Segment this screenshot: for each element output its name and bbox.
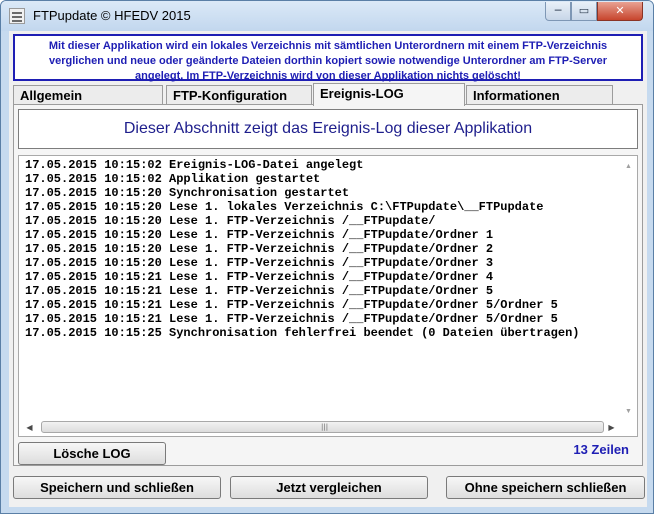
scroll-grip-icon: ||| [321,423,329,431]
log-line[interactable]: 17.05.2015 10:15:21 Lese 1. FTP-Verzeich… [25,270,619,284]
log-line[interactable]: 17.05.2015 10:15:21 Lese 1. FTP-Verzeich… [25,298,619,312]
log-listbox[interactable]: 17.05.2015 10:15:02 Ereignis-LOG-Datei a… [18,155,638,437]
minimize-button[interactable]: ─ [545,2,571,21]
app-window: FTPupdate © HFEDV 2015 ─ ▭ ✕ Mit dieser … [0,0,654,514]
log-line[interactable]: 17.05.2015 10:15:20 Lese 1. FTP-Verzeich… [25,228,619,242]
title-bar[interactable]: FTPupdate © HFEDV 2015 ─ ▭ ✕ [1,1,653,31]
scroll-left-arrow-icon[interactable]: ◀ [21,419,38,436]
section-banner: Dieser Abschnitt zeigt das Ereignis-Log … [18,109,638,149]
log-line[interactable]: 17.05.2015 10:15:20 Lese 1. FTP-Verzeich… [25,242,619,256]
line-count-label: 13 Zeilen [573,442,629,457]
tab-ereignis-log[interactable]: Ereignis-LOG [313,83,465,106]
scroll-right-arrow-icon[interactable]: ▶ [603,419,620,436]
clear-log-button[interactable]: Lösche LOG [18,442,166,465]
scroll-up-arrow-icon[interactable]: ▲ [620,158,637,175]
tab-allgemein[interactable]: Allgemein [13,85,163,105]
log-line[interactable]: 17.05.2015 10:15:20 Lese 1. FTP-Verzeich… [25,256,619,270]
info-description: Mit dieser Applikation wird ein lokales … [13,34,643,82]
client-area: Mit dieser Applikation wird ein lokales … [9,31,647,507]
info-line-3: angelegt. Im FTP-Verzeichnis wird von di… [135,70,521,82]
log-line[interactable]: 17.05.2015 10:15:02 Applikation gestarte… [25,172,619,186]
info-line-1: Mit dieser Applikation wird ein lokales … [48,40,608,52]
horizontal-scroll-thumb[interactable]: ||| [41,421,604,433]
maximize-button[interactable]: ▭ [571,2,597,21]
tab-informationen[interactable]: Informationen [466,85,613,105]
log-line[interactable]: 17.05.2015 10:15:02 Ereignis-LOG-Datei a… [25,158,619,172]
scroll-down-arrow-icon[interactable]: ▼ [620,403,637,420]
close-without-saving-button[interactable]: Ohne speichern schließen [446,476,645,499]
app-icon[interactable] [9,8,25,24]
horizontal-scrollbar[interactable]: ◀ ||| ▶ [19,419,637,436]
window-title: FTPupdate © HFEDV 2015 [33,8,191,23]
log-lines: 17.05.2015 10:15:02 Ereignis-LOG-Datei a… [19,156,619,416]
log-line[interactable]: 17.05.2015 10:15:25 Synchronisation fehl… [25,326,619,340]
info-line-2: verglichen und neue oder geänderte Datei… [48,55,608,67]
log-line[interactable]: 17.05.2015 10:15:20 Lese 1. FTP-Verzeich… [25,214,619,228]
vertical-scrollbar[interactable]: ▲ ▼ [620,156,637,420]
save-and-close-button[interactable]: Speichern und schließen [13,476,221,499]
compare-now-button[interactable]: Jetzt vergleichen [230,476,428,499]
tab-strip: Allgemein FTP-Konfiguration Ereignis-LOG… [9,83,647,106]
log-line[interactable]: 17.05.2015 10:15:20 Lese 1. lokales Verz… [25,200,619,214]
log-line[interactable]: 17.05.2015 10:15:21 Lese 1. FTP-Verzeich… [25,312,619,326]
close-button[interactable]: ✕ [597,2,643,21]
ereignis-log-panel: Dieser Abschnitt zeigt das Ereignis-Log … [13,104,643,466]
log-line[interactable]: 17.05.2015 10:15:21 Lese 1. FTP-Verzeich… [25,284,619,298]
tab-ftp-konfiguration[interactable]: FTP-Konfiguration [166,85,312,105]
log-line[interactable]: 17.05.2015 10:15:20 Synchronisation gest… [25,186,619,200]
